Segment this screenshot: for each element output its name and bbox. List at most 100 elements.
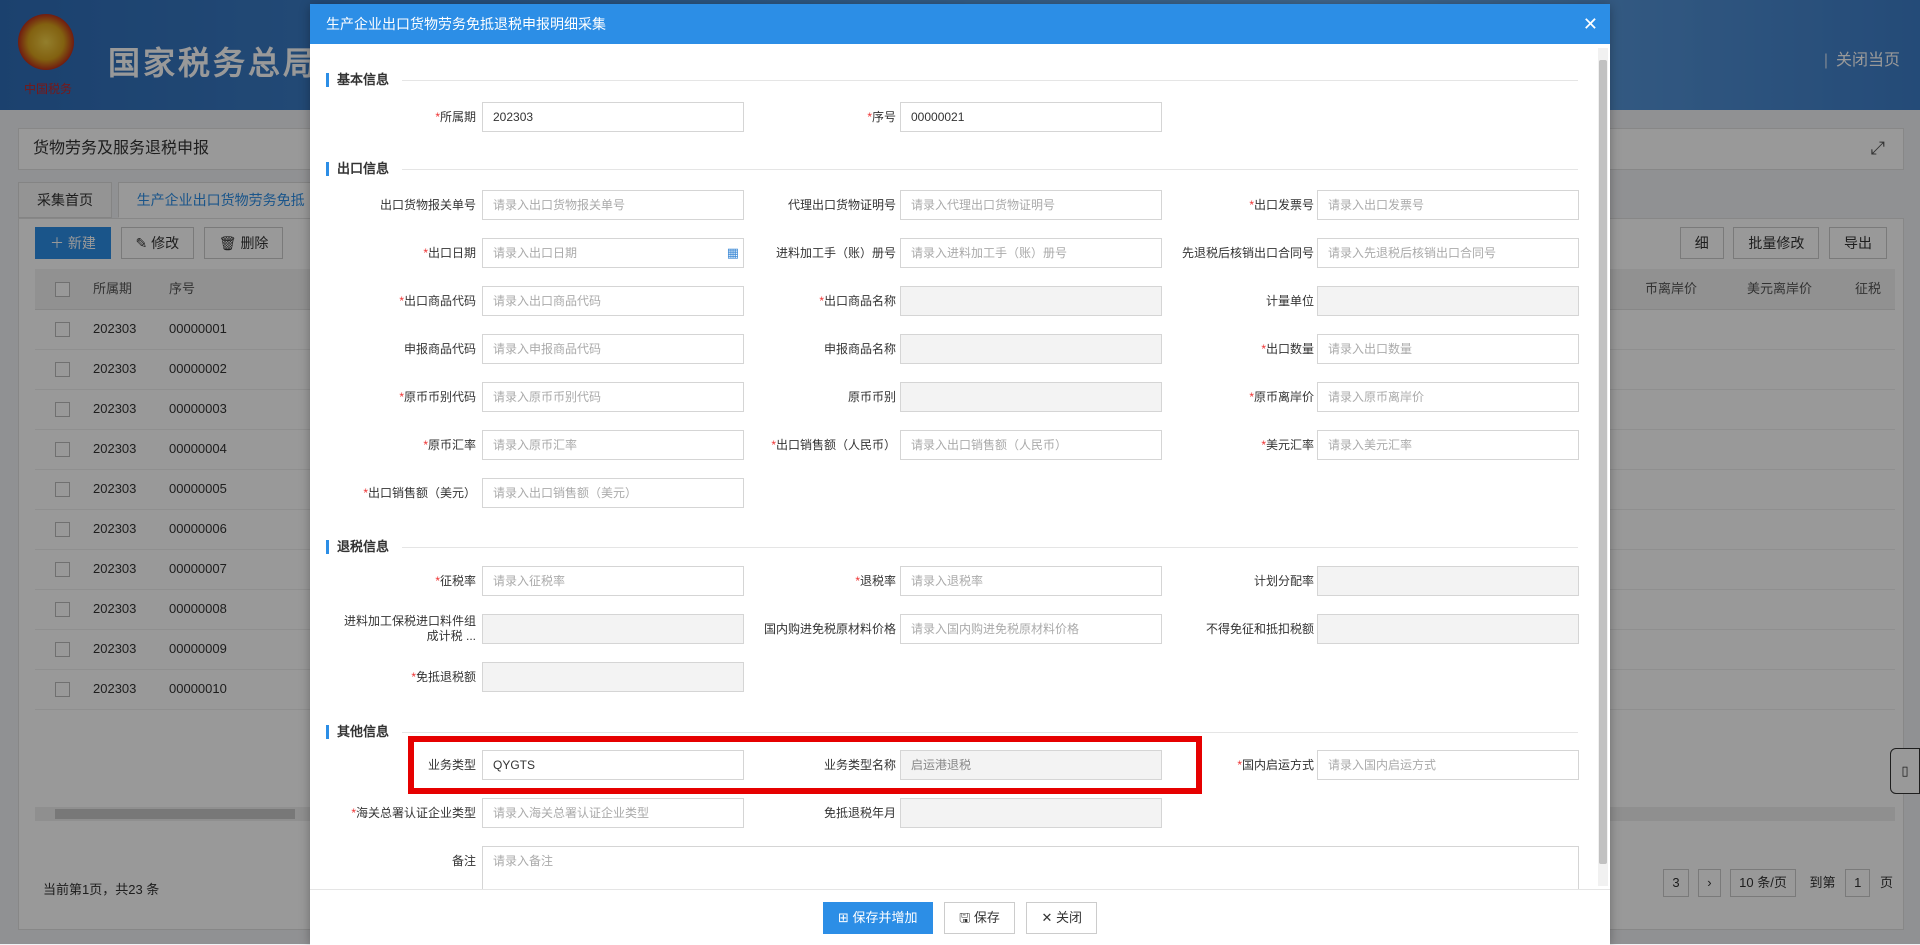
goods-name-label-text: 出口商品名称 — [823, 294, 896, 308]
usd-rate-input[interactable]: 请录入美元汇率 — [1317, 430, 1579, 460]
levy-label: *征税率 — [435, 574, 476, 588]
exempt-input — [482, 662, 744, 692]
save-and-add-label: 保存并增加 — [852, 910, 918, 925]
date-label-text: 出口日期 — [427, 246, 476, 260]
detail-modal: 生产企业出口货物劳务免抵退税申报明细采集 ✕ 基本信息 *所属期 202303 … — [310, 4, 1610, 945]
manual-label: 进料加工手（账）册号 — [775, 246, 896, 260]
modal-scrollbar[interactable] — [1598, 48, 1608, 886]
exempt-label: *免抵退税额 — [411, 670, 476, 684]
highlight-box — [408, 736, 1202, 794]
modal-footer: ⊞ 保存并增加 🖫 保存 ✕ 关闭 — [310, 889, 1610, 945]
goods-code-label-text: 出口商品代码 — [403, 294, 476, 308]
ym-input — [900, 798, 1162, 828]
nodeduct-label: 不得免征和抵扣税额 — [1205, 622, 1314, 636]
cur-code-label-text: 原币币别代码 — [403, 390, 476, 404]
decl-no-label: 出口货物报关单号 — [379, 198, 476, 212]
customs-input[interactable]: 请录入海关总署认证企业类型 — [482, 798, 744, 828]
goods-code-label: *出口商品代码 — [399, 294, 476, 308]
rate-label: *原币汇率 — [423, 438, 476, 452]
customs-label: *海关总署认证企业类型 — [351, 806, 476, 820]
calendar-icon[interactable]: ▦ — [727, 239, 739, 267]
qty-label-text: 出口数量 — [1265, 342, 1314, 356]
usd-rate-label-text: 美元汇率 — [1265, 438, 1314, 452]
section-basic: 基本信息 — [326, 73, 389, 87]
fob-label: *原币离岸价 — [1249, 390, 1314, 404]
section-other: 其他信息 — [326, 725, 389, 739]
agent-cert-label: 代理出口货物证明号 — [787, 198, 896, 212]
section-refund: 退税信息 — [326, 540, 389, 554]
goods-code-input[interactable]: 请录入出口商品代码 — [482, 286, 744, 316]
decl-name-label: 申报商品名称 — [823, 342, 896, 356]
unit-label: 计量单位 — [1265, 294, 1314, 308]
section-divider — [402, 547, 1578, 548]
invoice-input[interactable]: 请录入出口发票号 — [1317, 190, 1579, 220]
levy-label-text: 征税率 — [439, 574, 476, 588]
cur-input — [900, 382, 1162, 412]
save-and-add-button[interactable]: ⊞ 保存并增加 — [822, 902, 933, 934]
note-textarea[interactable]: 请录入备注 — [482, 846, 1579, 889]
levy-input[interactable]: 请录入征税率 — [482, 566, 744, 596]
sales-usd-label: *出口销售额（美元） — [363, 486, 476, 500]
decl-code-input[interactable]: 请录入申报商品代码 — [482, 334, 744, 364]
modal-scrollbar-thumb[interactable] — [1599, 60, 1607, 864]
close-icon[interactable]: ✕ — [1583, 4, 1598, 44]
period-input[interactable]: 202303 — [482, 102, 744, 132]
plan-input — [1317, 566, 1579, 596]
seq-label-text: 序号 — [871, 110, 896, 124]
cur-code-label: *原币币别代码 — [399, 390, 476, 404]
invoice-label-text: 出口发票号 — [1253, 198, 1314, 212]
section-export: 出口信息 — [326, 162, 389, 176]
refund-label: *退税率 — [855, 574, 896, 588]
contract-label: 先退税后核销出口合同号 — [1181, 246, 1314, 260]
cur-label: 原币币别 — [847, 390, 896, 404]
save-button[interactable]: 🖫 保存 — [944, 902, 1015, 934]
nodeduct-input — [1317, 614, 1579, 644]
domestic-input[interactable]: 请录入国内购进免税原材料价格 — [900, 614, 1162, 644]
rate-label-text: 原币汇率 — [427, 438, 476, 452]
ship-input[interactable]: 请录入国内启运方式 — [1317, 750, 1579, 780]
exempt-label-text: 免抵退税额 — [415, 670, 476, 684]
bonded-label: 进料加工保税进口料件组成计税 ... — [343, 614, 476, 643]
qty-label: *出口数量 — [1261, 342, 1314, 356]
goods-name-label: *出口商品名称 — [819, 294, 896, 308]
decl-name-input — [900, 334, 1162, 364]
save-label: 保存 — [973, 910, 1000, 925]
date-placeholder: 请录入出口日期 — [493, 246, 578, 260]
period-label: *所属期 — [435, 110, 476, 124]
usd-rate-label: *美元汇率 — [1261, 438, 1314, 452]
qty-input[interactable]: 请录入出口数量 — [1317, 334, 1579, 364]
note-label: 备注 — [451, 854, 476, 868]
refund-input[interactable]: 请录入退税率 — [900, 566, 1162, 596]
customs-label-text: 海关总署认证企业类型 — [355, 806, 476, 820]
date-input[interactable]: 请录入出口日期 ▦ — [482, 238, 744, 268]
refund-label-text: 退税率 — [859, 574, 896, 588]
section-divider — [402, 732, 1578, 733]
section-divider — [402, 169, 1578, 170]
invoice-label: *出口发票号 — [1249, 198, 1314, 212]
sales-rmb-input[interactable]: 请录入出口销售额（人民币） — [900, 430, 1162, 460]
modal-body: 基本信息 *所属期 202303 *序号 00000021 出口信息 出口货物报… — [310, 44, 1596, 889]
ym-label: 免抵退税年月 — [823, 806, 896, 820]
period-label-text: 所属期 — [439, 110, 476, 124]
fob-input[interactable]: 请录入原币离岸价 — [1317, 382, 1579, 412]
sales-rmb-label-text: 出口销售额（人民币） — [775, 438, 896, 452]
section-divider — [402, 80, 1578, 81]
decl-no-input[interactable]: 请录入出口货物报关单号 — [482, 190, 744, 220]
sales-usd-label-text: 出口销售额（美元） — [367, 486, 476, 500]
cur-code-input[interactable]: 请录入原币币别代码 — [482, 382, 744, 412]
goods-name-input — [900, 286, 1162, 316]
sales-rmb-label: *出口销售额（人民币） — [771, 438, 896, 452]
close-button[interactable]: ✕ 关闭 — [1026, 902, 1098, 934]
seq-input[interactable]: 00000021 — [900, 102, 1162, 132]
sales-usd-input[interactable]: 请录入出口销售额（美元） — [482, 478, 744, 508]
date-label: *出口日期 — [423, 246, 476, 260]
manual-input[interactable]: 请录入进料加工手（账）册号 — [900, 238, 1162, 268]
seq-label: *序号 — [867, 110, 896, 124]
modal-title: 生产企业出口货物劳务免抵退税申报明细采集 — [310, 4, 1610, 44]
contract-input[interactable]: 请录入先退税后核销出口合同号 — [1317, 238, 1579, 268]
decl-code-label: 申报商品代码 — [403, 342, 476, 356]
close-label: 关闭 — [1056, 910, 1083, 925]
rate-input[interactable]: 请录入原币汇率 — [482, 430, 744, 460]
domestic-label: 国内购进免税原材料价格 — [763, 622, 896, 636]
agent-cert-input[interactable]: 请录入代理出口货物证明号 — [900, 190, 1162, 220]
